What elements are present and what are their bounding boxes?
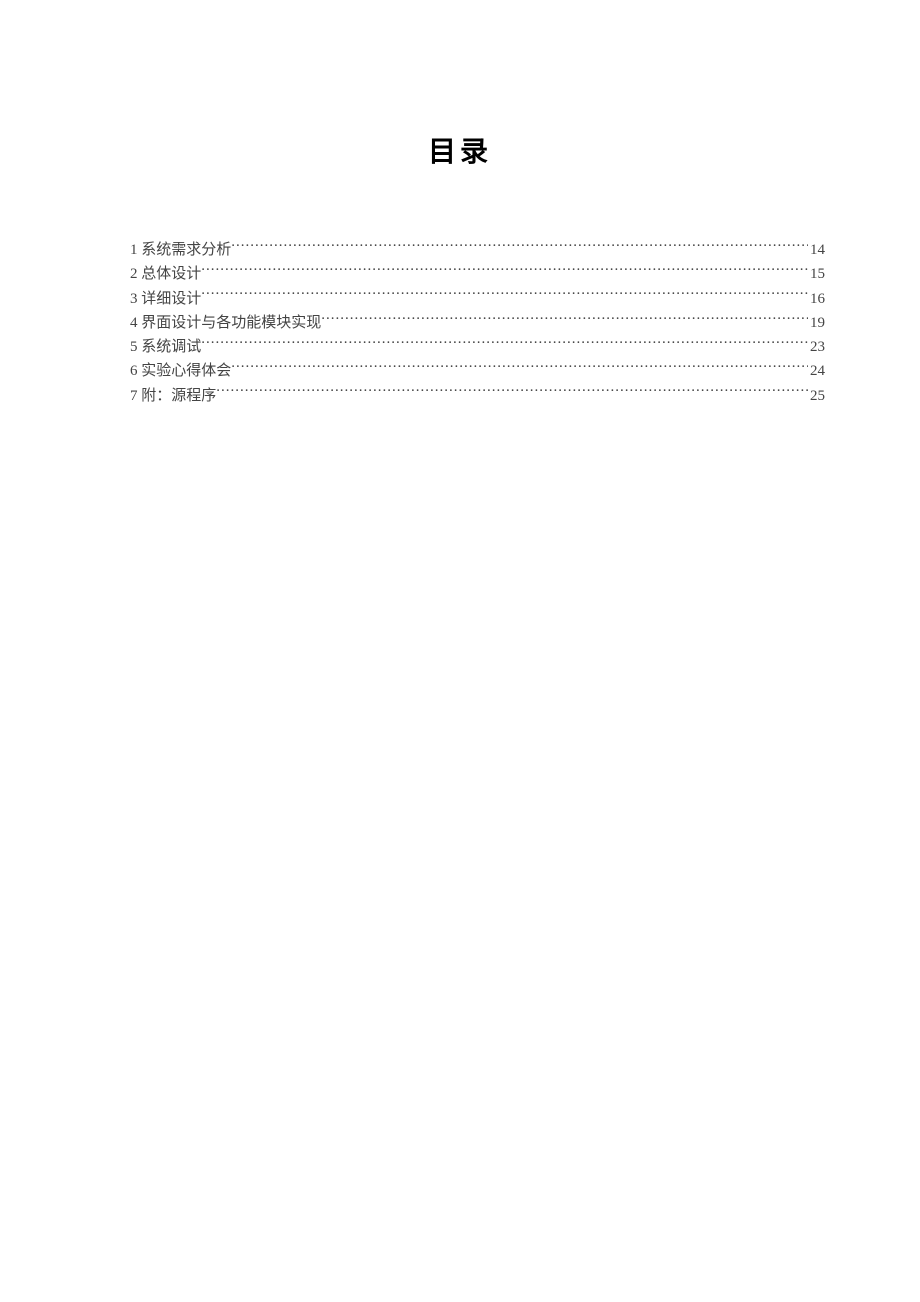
toc-entry: 1 系统需求分析 14 <box>130 238 825 262</box>
toc-entry: 4 界面设计与各功能模块实现 19 <box>130 311 825 335</box>
toc-entry: 7 附：源程序 25 <box>130 384 825 408</box>
toc-dots <box>201 288 808 303</box>
toc-entry-page: 16 <box>808 287 825 311</box>
toc-entry-label: 5 系统调试 <box>130 335 201 359</box>
toc-entry-label: 4 界面设计与各功能模块实现 <box>130 311 321 335</box>
toc-entry-page: 14 <box>808 238 825 262</box>
toc-entry-page: 19 <box>808 311 825 335</box>
toc-entry-label: 2 总体设计 <box>130 262 201 286</box>
page-title: 目录 <box>95 130 825 170</box>
toc-entry: 6 实验心得体会 24 <box>130 359 825 383</box>
table-of-contents: 1 系统需求分析 14 2 总体设计 15 3 详细设计 16 4 界面设计与各… <box>130 238 825 408</box>
toc-entry: 2 总体设计 15 <box>130 262 825 286</box>
toc-entry-page: 25 <box>808 384 825 408</box>
toc-entry-label: 3 详细设计 <box>130 287 201 311</box>
toc-entry-label: 7 附：源程序 <box>130 384 216 408</box>
toc-entry: 3 详细设计 16 <box>130 287 825 311</box>
toc-entry-label: 1 系统需求分析 <box>130 238 231 262</box>
toc-entry: 5 系统调试 23 <box>130 335 825 359</box>
toc-dots <box>321 312 808 327</box>
toc-entry-page: 24 <box>808 359 825 383</box>
toc-dots <box>216 385 808 400</box>
toc-entry-page: 15 <box>808 262 825 286</box>
toc-entry-label: 6 实验心得体会 <box>130 359 231 383</box>
toc-dots <box>231 360 808 375</box>
toc-dots <box>231 239 808 254</box>
toc-entry-page: 23 <box>808 335 825 359</box>
toc-dots <box>201 336 808 351</box>
toc-dots <box>201 263 808 278</box>
